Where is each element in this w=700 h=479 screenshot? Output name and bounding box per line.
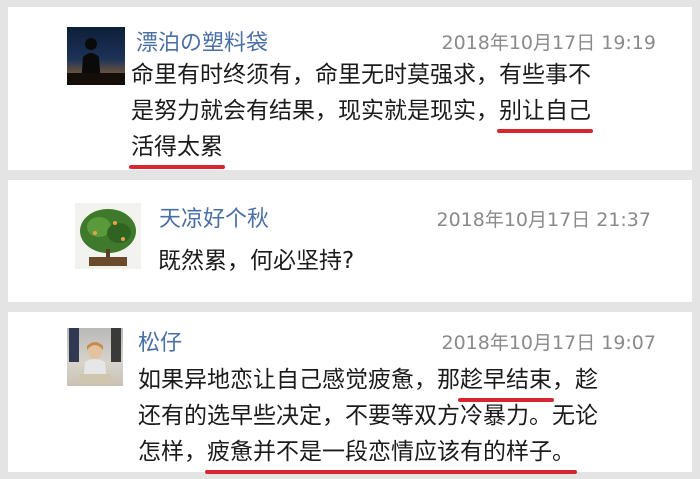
comment-line: 活得太累 xyxy=(129,129,591,169)
comment-line: 如果异地恋让自己感觉疲惫，那趁早结束，趁 xyxy=(138,362,598,402)
avatar[interactable] xyxy=(75,203,141,269)
username[interactable]: 漂泊の塑料袋 xyxy=(136,25,268,57)
highlighted-text: 疲惫并不是一段恋情应该有的样子。 xyxy=(205,434,577,474)
comment-line: 命里有时终须有，命里无时莫强求，有些事不 xyxy=(131,62,591,88)
avatar[interactable] xyxy=(67,27,125,85)
highlighted-text: 趁早结束 xyxy=(458,362,554,402)
comment-text: 如果异地恋让自己感觉疲惫，那趁早结束，趁 还有的选早些决定，不要等双方冷暴力。无… xyxy=(138,362,598,474)
timestamp: 2018年10月17日 19:07 xyxy=(441,332,656,354)
avatar[interactable] xyxy=(67,328,123,386)
comment-line: 怎样，疲惫并不是一段恋情应该有的样子。 xyxy=(138,434,598,474)
comment-line: 是努力就会有结果，现实就是现实，别让自己 xyxy=(131,93,593,133)
comment-card: 松仔 2018年10月17日 19:07 如果异地恋让自己感觉疲惫，那趁早结束，… xyxy=(8,312,692,474)
comment-card: 天凉好个秋 2018年10月17日 21:37 既然累，何必坚持? xyxy=(8,180,692,302)
comment-line: 既然累，何必坚持? xyxy=(158,248,355,274)
comment-line: 还有的选早些决定，不要等双方冷暴力。无论 xyxy=(138,403,598,429)
username[interactable]: 松仔 xyxy=(138,325,182,357)
comment-card: 漂泊の塑料袋 2018年10月17日 19:19 命里有时终须有，命里无时莫强求… xyxy=(8,7,692,170)
comment-text: 命里有时终须有，命里无时莫强求，有些事不 是努力就会有结果，现实就是现实，别让自… xyxy=(129,57,593,169)
highlighted-text: 活得太累 xyxy=(129,129,225,169)
comment-text: 既然累，何必坚持? xyxy=(158,243,354,279)
timestamp: 2018年10月17日 19:19 xyxy=(441,32,656,54)
timestamp: 2018年10月17日 21:37 xyxy=(436,209,651,231)
username[interactable]: 天凉好个秋 xyxy=(159,201,269,233)
highlighted-text: 别让自己 xyxy=(497,93,593,133)
